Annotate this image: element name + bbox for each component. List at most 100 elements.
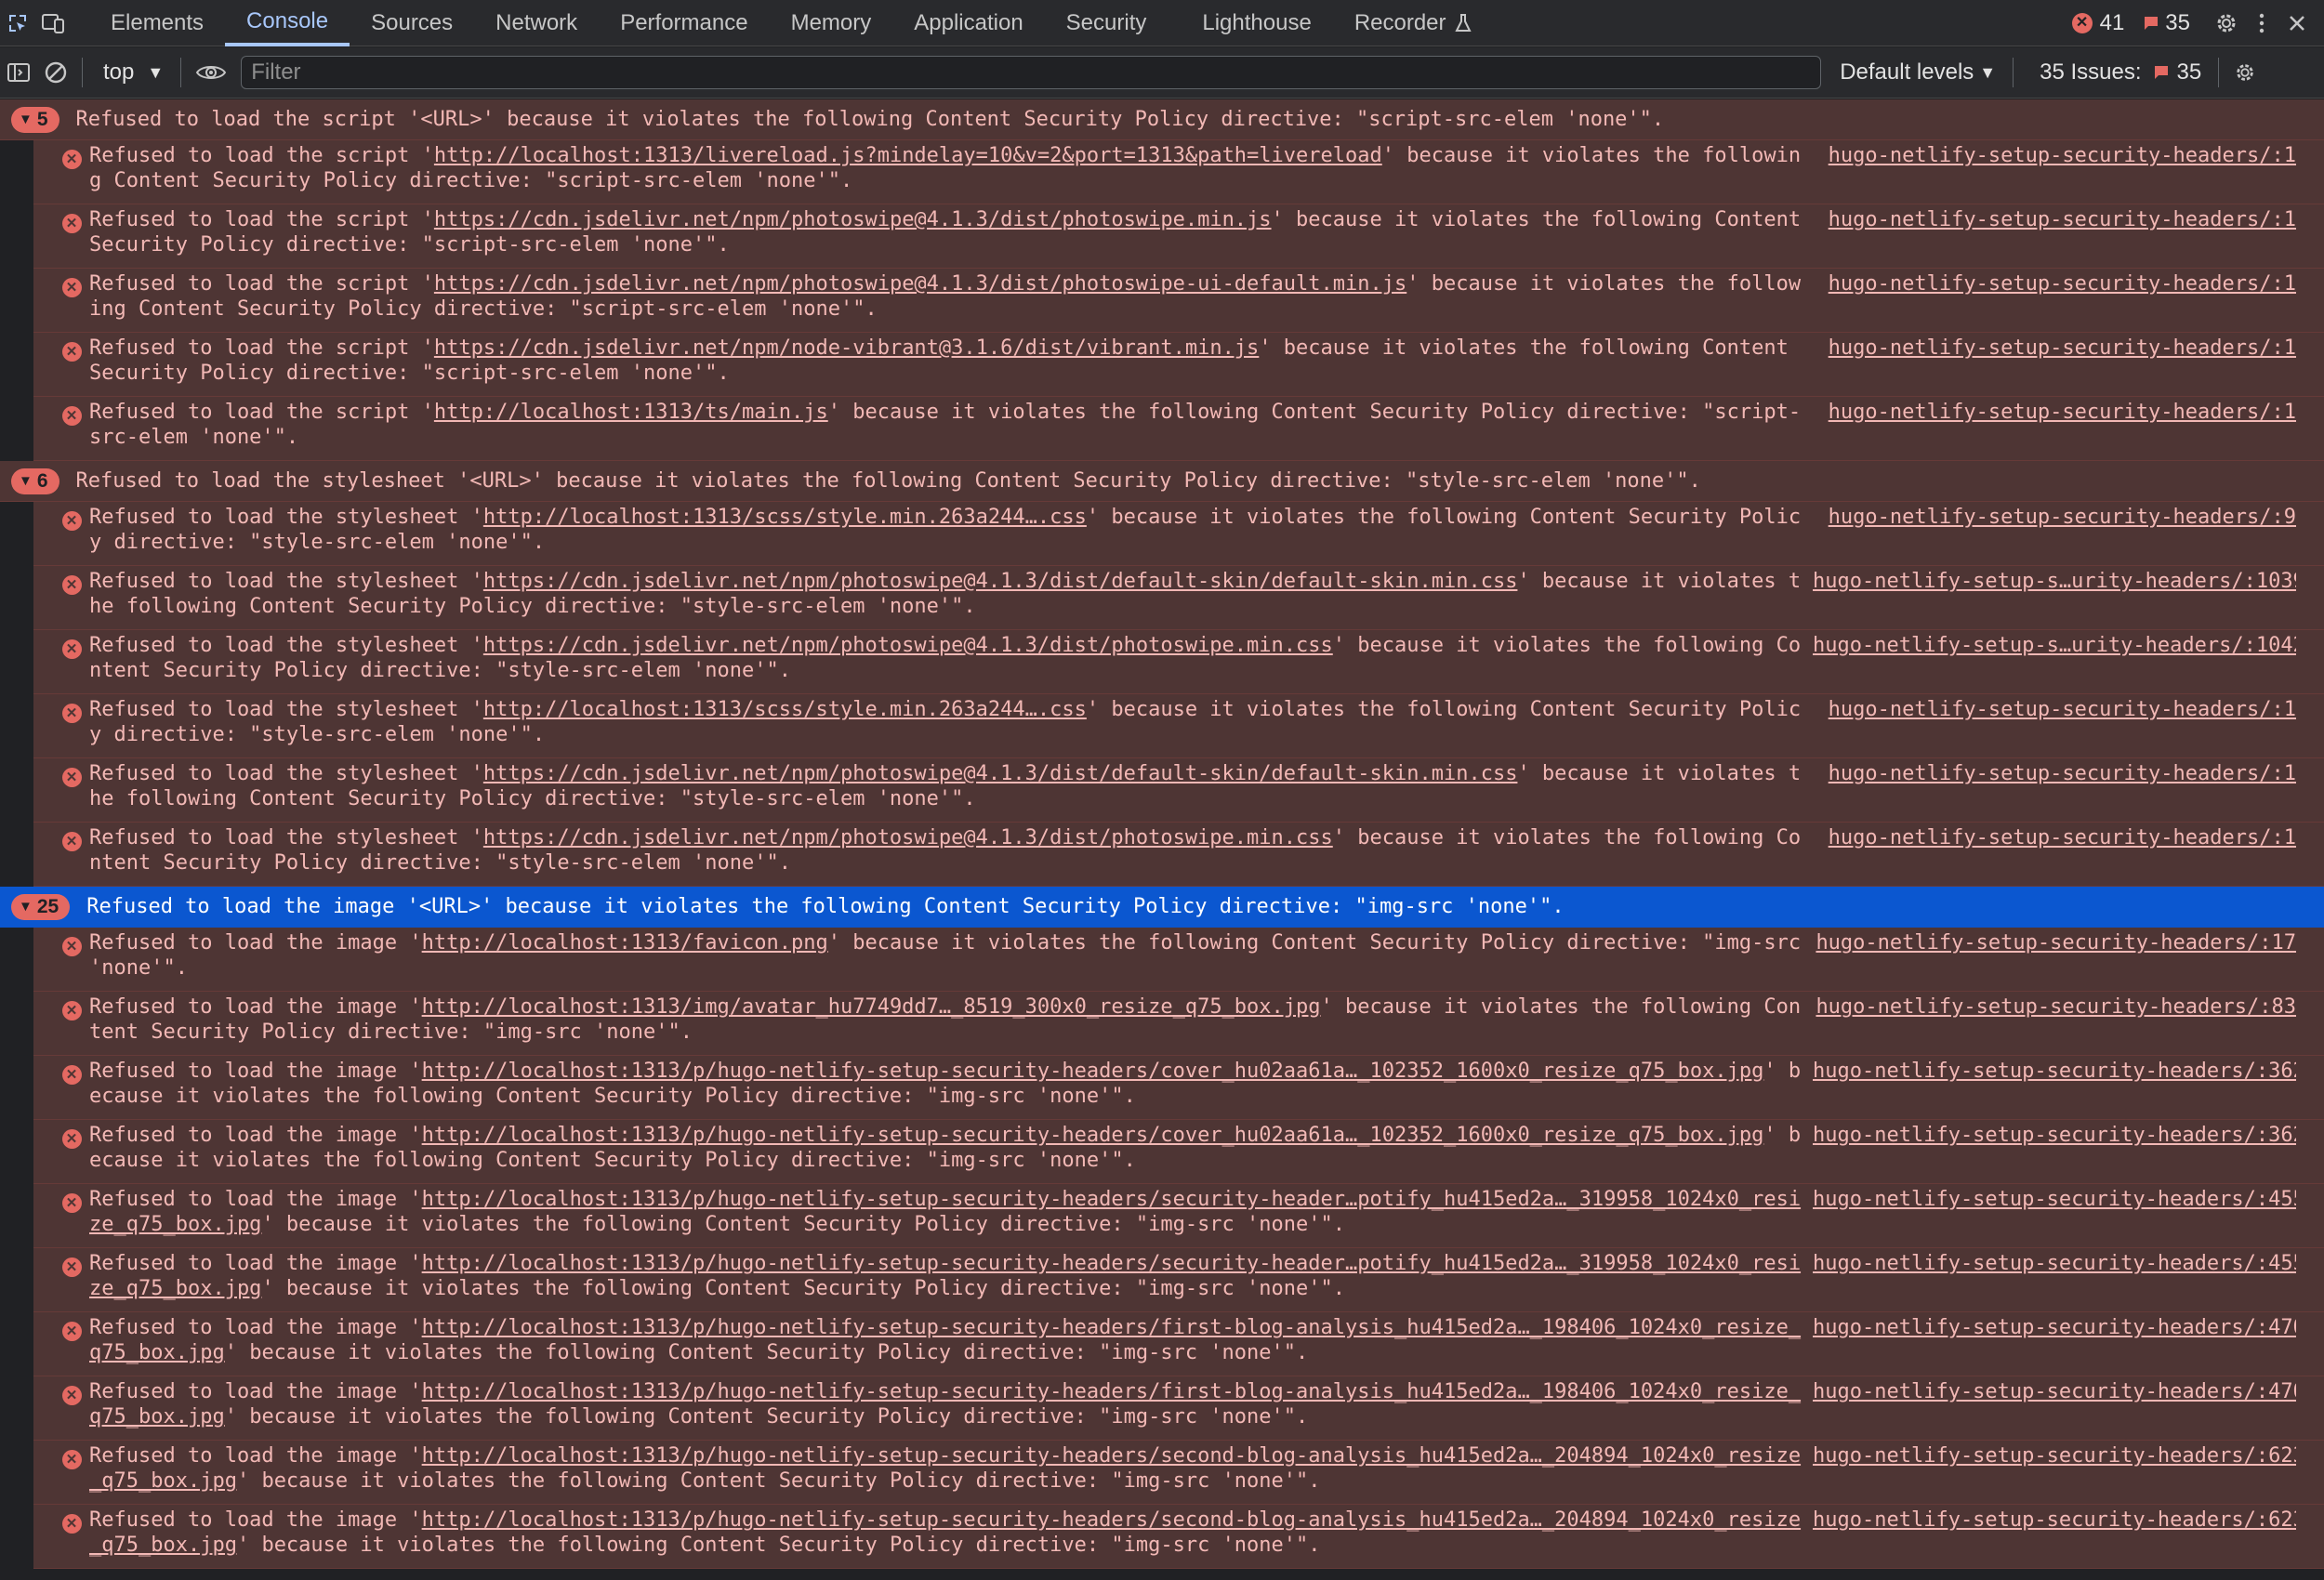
message-text: Refused to load the image 'http://localh… (89, 1376, 1813, 1440)
settings-gear-icon[interactable] (2209, 0, 2244, 46)
log-levels-dropdown[interactable]: Default levels ▼ (1840, 59, 1996, 86)
error-icon: ✕ (59, 639, 84, 693)
source-location-link[interactable]: hugo-netlify-setup-security-headers/:470 (1813, 1376, 2296, 1440)
message-group-header[interactable]: ▼ 25 Refused to load the image '<URL>' bec… (0, 887, 2324, 928)
live-expression-eye-icon[interactable] (189, 47, 233, 99)
error-icon: ✕ (59, 1514, 84, 1568)
resource-url-link[interactable]: http://localhost:1313/img/avatar_hu7749d… (422, 995, 1321, 1019)
tab-security[interactable]: Security (1045, 0, 1169, 46)
resource-url-link[interactable]: https://cdn.jsdelivr.net/npm/node-vibran… (434, 336, 1259, 360)
resource-url-link[interactable]: https://cdn.jsdelivr.net/npm/photoswipe@… (483, 634, 1333, 657)
source-location-link[interactable]: hugo-netlify-setup-security-headers/:1 (1813, 397, 2296, 460)
resource-url-link[interactable]: http://localhost:1313/scss/style.min.263… (483, 506, 1087, 529)
message-suffix: ' because it violates the following Cont… (224, 1405, 1309, 1429)
tab-network[interactable]: Network (474, 0, 599, 46)
error-icon: ✕ (59, 768, 84, 822)
expand-triangle-icon: ▼ (19, 112, 33, 127)
inspect-element-icon[interactable] (0, 0, 35, 46)
message-prefix: Refused to load the script ' (89, 272, 434, 296)
console-settings-gear-icon[interactable] (2226, 47, 2264, 99)
message-text: Refused to load the image 'http://localh… (89, 928, 1813, 991)
group-count: 25 (36, 895, 59, 917)
console-error-message: ✕ Refused to load the script 'https://cdn… (33, 269, 2324, 333)
resource-url-link[interactable]: https://cdn.jsdelivr.net/npm/photoswipe@… (483, 826, 1333, 849)
error-icon: ✕ (59, 575, 84, 629)
error-icon: ✕ (59, 1386, 84, 1440)
issue-count[interactable]: 35 (2143, 10, 2190, 36)
source-location-link[interactable]: hugo-netlify-setup-security-headers/:9 (1813, 502, 2296, 565)
error-count[interactable]: ✕ 41 (2071, 10, 2124, 36)
resource-url-link[interactable]: https://cdn.jsdelivr.net/npm/photoswipe@… (483, 762, 1518, 785)
source-location-link[interactable]: hugo-netlify-setup-security-headers/:1 (1813, 140, 2296, 204)
resource-url-link[interactable]: http://localhost:1313/ts/main.js (434, 401, 828, 424)
issue-flag-icon (2153, 64, 2170, 81)
source-location-link[interactable]: hugo-netlify-setup-security-headers/:83 (1813, 992, 2296, 1055)
message-prefix: Refused to load the script ' (89, 208, 434, 231)
flask-icon (1454, 13, 1472, 32)
source-location-link[interactable]: hugo-netlify-setup-security-headers/:455 (1813, 1248, 2296, 1311)
message-suffix: ' because it violates the following Cont… (236, 1469, 1321, 1493)
message-suffix: ' because it violates the following Cont… (236, 1534, 1321, 1557)
tab-elements[interactable]: Elements (89, 0, 225, 46)
message-prefix: Refused to load the image ' (89, 1316, 422, 1339)
tab-memory[interactable]: Memory (770, 0, 893, 46)
message-prefix: Refused to load the image ' (89, 995, 422, 1019)
source-location-link[interactable]: hugo-netlify-setup-security-headers/:362 (1813, 1120, 2296, 1183)
message-group-header[interactable]: ▼ 5 Refused to load the script '<URL>' bec… (0, 99, 2324, 140)
tab-sources[interactable]: Sources (350, 0, 474, 46)
error-icon: ✕ (59, 214, 84, 268)
error-icon: ✕ (59, 1001, 84, 1055)
tab-performance[interactable]: Performance (599, 0, 769, 46)
source-location-link[interactable]: hugo-netlify-setup-security-headers/:623 (1813, 1441, 2296, 1504)
resource-url-link[interactable]: http://localhost:1313/scss/style.min.263… (483, 698, 1087, 721)
resource-url-link[interactable]: https://cdn.jsdelivr.net/npm/photoswipe@… (434, 272, 1406, 296)
tab-application[interactable]: Application (892, 0, 1044, 46)
devtools-tabbar: Elements Console Sources Network Perform… (0, 0, 2324, 46)
source-location-link[interactable]: hugo-netlify-setup-security-headers/:362 (1813, 1056, 2296, 1119)
console-error-message: ✕ Refused to load the image 'http://local… (33, 992, 2324, 1056)
group-count-badge[interactable]: ▼ 5 (11, 106, 59, 133)
source-location-link[interactable]: hugo-netlify-setup-security-headers/:1 (1813, 333, 2296, 396)
more-options-icon[interactable] (2244, 0, 2279, 46)
tab-recorder[interactable]: Recorder (1333, 0, 1494, 46)
source-location-link[interactable]: hugo-netlify-setup-security-headers/:1 (1813, 694, 2296, 757)
close-icon[interactable] (2279, 0, 2315, 46)
message-text: Refused to load the image 'http://localh… (89, 1184, 1813, 1247)
source-location-link[interactable]: hugo-netlify-setup-security-headers/:455 (1813, 1184, 2296, 1247)
source-location-link[interactable]: hugo-netlify-setup-s…urity-headers/:1042 (1813, 630, 2296, 693)
message-group-header[interactable]: ▼ 6 Refused to load the stylesheet '<URL>'… (0, 461, 2324, 502)
clear-console-icon[interactable] (37, 47, 74, 99)
resource-url-link[interactable]: https://cdn.jsdelivr.net/npm/photoswipe@… (434, 208, 1272, 231)
resource-url-link[interactable]: http://localhost:1313/p/hugo-netlify-set… (422, 1060, 1764, 1083)
source-location-link[interactable]: hugo-netlify-setup-security-headers/:470 (1813, 1312, 2296, 1376)
context-selector[interactable]: top ▼ (90, 59, 173, 86)
resource-url-link[interactable]: https://cdn.jsdelivr.net/npm/photoswipe@… (483, 570, 1518, 593)
console-error-message: ✕ Refused to load the script 'https://cdn… (33, 204, 2324, 269)
group-count-badge[interactable]: ▼ 6 (11, 467, 59, 494)
source-location-link[interactable]: hugo-netlify-setup-security-headers/:1 (1813, 204, 2296, 268)
message-prefix: Refused to load the image ' (89, 1060, 422, 1083)
sidebar-toggle-icon[interactable] (0, 47, 37, 99)
source-location-link[interactable]: hugo-netlify-setup-security-headers/:623 (1813, 1505, 2296, 1568)
resource-url-link[interactable]: http://localhost:1313/livereload.js?mind… (434, 144, 1382, 167)
message-prefix: Refused to load the image ' (89, 1188, 422, 1211)
message-text: Refused to load the script 'http://local… (89, 140, 1813, 204)
message-text: Refused to load the stylesheet 'http://l… (89, 502, 1813, 565)
filter-input[interactable] (241, 56, 1822, 89)
source-location-link[interactable]: hugo-netlify-setup-security-headers/:1 (1813, 269, 2296, 332)
source-location-link[interactable]: hugo-netlify-setup-security-headers/:1 (1813, 758, 2296, 822)
source-location-link[interactable]: hugo-netlify-setup-security-headers/:1 (1813, 823, 2296, 886)
console-error-message: ✕ Refused to load the stylesheet 'https:/… (33, 758, 2324, 823)
group-count-badge[interactable]: ▼ 25 (11, 893, 71, 920)
message-suffix: ' because it violates the following Cont… (261, 1277, 1346, 1300)
tab-console[interactable]: Console (225, 0, 350, 46)
source-location-link[interactable]: hugo-netlify-setup-s…urity-headers/:1039 (1813, 566, 2296, 629)
resource-url-link[interactable]: http://localhost:1313/p/hugo-netlify-set… (422, 1124, 1764, 1147)
message-text: Refused to load the image 'http://localh… (89, 1056, 1813, 1119)
resource-url-link[interactable]: http://localhost:1313/favicon.png (422, 931, 828, 955)
console-error-message: ✕ Refused to load the image 'http://local… (33, 1056, 2324, 1120)
source-location-link[interactable]: hugo-netlify-setup-security-headers/:17 (1813, 928, 2296, 991)
device-toolbar-icon[interactable] (35, 0, 71, 46)
tab-lighthouse[interactable]: Lighthouse (1181, 0, 1332, 46)
issues-button[interactable]: 35 Issues: 35 (2040, 59, 2201, 86)
